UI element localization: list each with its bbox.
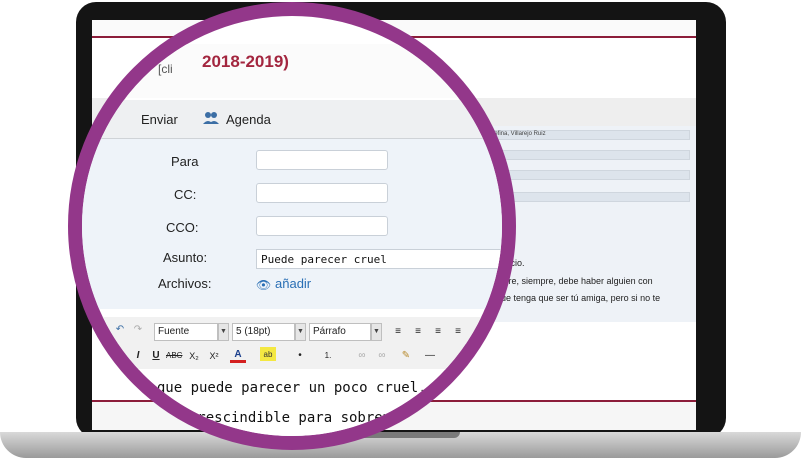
body-text-line-2[interactable]: imprescindible para sobrevivir e bbox=[172, 410, 442, 426]
magnified-view: [cli 2018-2019) Enviar Agenda Para CC: C… bbox=[82, 16, 502, 436]
align-left-icon[interactable]: ≡ bbox=[390, 324, 406, 340]
font-select[interactable]: Fuente bbox=[154, 323, 218, 341]
bullet-list-icon[interactable]: • bbox=[292, 348, 308, 364]
subject-input[interactable]: Puede parecer cruel bbox=[256, 249, 502, 269]
undo-icon[interactable]: ↶ bbox=[112, 322, 128, 338]
contacts-button[interactable]: Agenda bbox=[226, 112, 271, 127]
align-center-icon[interactable]: ≡ bbox=[410, 324, 426, 340]
cc-field-right[interactable] bbox=[488, 150, 690, 160]
superscript-icon[interactable]: X² bbox=[206, 348, 222, 364]
eye-icon[interactable]: 👁 bbox=[256, 278, 271, 292]
numbered-list-icon[interactable]: 1. bbox=[320, 348, 336, 364]
highlight-icon[interactable]: ab bbox=[260, 347, 276, 361]
chevron-down-icon[interactable]: ▼ bbox=[295, 323, 306, 341]
send-button[interactable]: Enviar bbox=[141, 112, 178, 127]
bcc-input[interactable] bbox=[256, 216, 388, 236]
link-icon[interactable]: ∞ bbox=[354, 348, 370, 364]
align-justify-icon[interactable]: ≡ bbox=[450, 324, 466, 340]
subject-field-right[interactable] bbox=[488, 192, 690, 202]
add-attachment-link[interactable]: añadir bbox=[275, 276, 311, 291]
title-placeholder: [cli bbox=[158, 62, 173, 76]
strikethrough-icon[interactable]: ABC bbox=[166, 348, 182, 364]
body-line-3: que tenga que ser tú amiga, pero si no t… bbox=[496, 293, 661, 303]
italic-icon[interactable]: I bbox=[130, 348, 146, 364]
horizontal-rule-icon[interactable]: — bbox=[422, 348, 438, 364]
text-color-icon[interactable]: A bbox=[230, 347, 246, 363]
to-label: Para bbox=[171, 154, 199, 169]
school-year-title: 2018-2019) bbox=[202, 52, 289, 71]
subject-label: Asunto: bbox=[163, 250, 208, 265]
magnifier-circle: [cli 2018-2019) Enviar Agenda Para CC: C… bbox=[68, 2, 516, 450]
magnified-menu-bar bbox=[82, 100, 502, 139]
chevron-down-icon[interactable]: ▼ bbox=[218, 323, 229, 341]
to-input[interactable] bbox=[256, 150, 388, 170]
magnified-header bbox=[82, 44, 502, 98]
format-select[interactable]: Párrafo bbox=[309, 323, 371, 341]
contacts-icon[interactable] bbox=[202, 110, 220, 126]
chevron-down-icon[interactable]: ▼ bbox=[371, 323, 382, 341]
body-line-2: mpre, siempre, debe haber alguien con bbox=[496, 276, 653, 286]
body-text-line-1[interactable]: / que puede parecer un poco cruel, per bbox=[140, 380, 460, 396]
cc-label: CC: bbox=[174, 187, 197, 202]
cc-input[interactable] bbox=[256, 183, 388, 203]
paste-word-icon[interactable]: ✎ bbox=[398, 348, 414, 364]
size-select[interactable]: 5 (18pt) bbox=[232, 323, 295, 341]
bcc-field-right[interactable] bbox=[488, 170, 690, 180]
subscript-icon[interactable]: X₂ bbox=[186, 348, 202, 364]
underline-icon[interactable]: U bbox=[148, 348, 164, 364]
attachments-label: Archivos: bbox=[158, 276, 212, 291]
align-right-icon[interactable]: ≡ bbox=[430, 324, 446, 340]
indent-icon[interactable]: ⇉ bbox=[488, 324, 502, 340]
redo-icon[interactable]: ↷ bbox=[130, 322, 146, 338]
unlink-icon[interactable]: ∞ bbox=[374, 348, 390, 364]
bcc-label: CCO: bbox=[166, 220, 199, 235]
